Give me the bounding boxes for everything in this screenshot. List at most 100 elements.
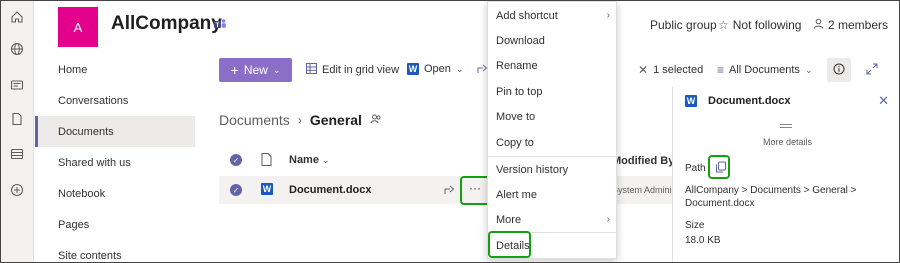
modified-by-column-header[interactable]: Modified By <box>612 155 674 167</box>
expand-button[interactable] <box>866 63 878 78</box>
view-label: All Documents <box>729 64 800 76</box>
plus-icon: + <box>230 62 239 78</box>
file-type-icon <box>261 153 272 169</box>
chevron-down-icon: ⌄ <box>322 155 330 165</box>
nav-item-notebook[interactable]: Notebook <box>35 178 195 209</box>
details-file-name: Document.docx <box>708 95 791 107</box>
add-icon[interactable] <box>9 182 25 198</box>
more-details-link[interactable]: More details <box>763 137 812 147</box>
nav-item-conversations[interactable]: Conversations <box>35 85 195 116</box>
breadcrumb-parent[interactable]: Documents <box>219 112 290 128</box>
menu-item-label: Version history <box>496 163 569 176</box>
menu-item-label: Copy to <box>496 136 534 149</box>
chevron-down-icon: ⌄ <box>804 64 813 75</box>
nav-item-site-contents[interactable]: Site contents <box>35 240 195 262</box>
menu-item-more[interactable]: More › <box>488 207 618 232</box>
new-button[interactable]: + New ⌄ <box>219 58 292 82</box>
site-logo: A <box>58 7 98 47</box>
menu-item-label: Add shortcut <box>496 9 558 22</box>
details-panel: W Document.docx ✕ More details Path AllC… <box>672 87 899 262</box>
name-header-label: Name <box>289 154 319 166</box>
nav-item-shared-with-us[interactable]: Shared with us <box>35 147 195 178</box>
file-name[interactable]: Document.docx <box>289 184 372 196</box>
person-icon <box>813 18 824 32</box>
menu-item-label: Pin to top <box>496 85 543 98</box>
details-highlight <box>488 231 531 258</box>
menu-item-alert-me[interactable]: Alert me <box>488 182 618 207</box>
breadcrumb: Documents › General <box>219 112 382 128</box>
word-icon: W <box>407 63 419 75</box>
menu-item-rename[interactable]: Rename <box>488 53 618 78</box>
select-all-checkbox[interactable]: ✓ <box>230 154 242 166</box>
expand-icon <box>866 63 878 78</box>
menu-item-label: Move to <box>496 110 536 123</box>
nav-item-label: Notebook <box>58 187 106 200</box>
size-label: Size <box>685 220 705 231</box>
news-icon[interactable] <box>9 77 25 93</box>
globe-icon[interactable] <box>9 41 25 57</box>
open-button[interactable]: W Open ⌄ <box>407 63 463 75</box>
menu-item-download[interactable]: Download <box>488 28 618 53</box>
more-actions-highlight <box>460 176 490 205</box>
view-selector[interactable]: ≡ All Documents ⌄ <box>717 63 812 77</box>
path-value: AllCompany > Documents > General > Docum… <box>685 185 857 209</box>
size-value: 18.0 KB <box>685 235 721 246</box>
info-button[interactable] <box>827 58 851 82</box>
site-navigation: Home Conversations Documents Shared with… <box>35 54 195 262</box>
clear-selection-button[interactable]: ✕ 1 selected <box>638 63 703 77</box>
nav-item-pages[interactable]: Pages <box>35 209 195 240</box>
drag-handle-icon[interactable] <box>780 124 792 128</box>
new-label: New <box>243 63 268 77</box>
name-column-header[interactable]: Name ⌄ <box>289 154 330 166</box>
app-rail <box>1 1 34 262</box>
chevron-down-icon: ⌄ <box>455 63 464 74</box>
chevron-down-icon: ⌄ <box>272 64 281 75</box>
menu-item-label: Alert me <box>496 188 537 201</box>
context-menu: Add shortcut › Download Rename Pin to top… <box>487 1 618 259</box>
chevron-right-icon: › <box>606 10 610 21</box>
nav-item-label: Shared with us <box>58 156 131 169</box>
members-button[interactable]: 2 members <box>813 18 888 32</box>
view-options-icon: ≡ <box>717 63 725 77</box>
edit-grid-button[interactable]: Edit in grid view <box>306 63 399 77</box>
people-icon <box>370 112 382 128</box>
close-icon[interactable]: ✕ <box>878 93 889 109</box>
open-label: Open <box>424 63 451 75</box>
file-icon[interactable] <box>9 111 25 127</box>
chevron-right-icon: › <box>297 113 302 127</box>
path-label: Path <box>685 163 706 174</box>
nav-item-documents[interactable]: Documents <box>35 116 195 147</box>
menu-item-label: More <box>496 213 522 226</box>
modified-by-value: System Administ <box>612 185 679 195</box>
star-icon: ☆ <box>718 18 729 32</box>
follow-label: Not following <box>732 18 802 32</box>
menu-item-add-shortcut[interactable]: Add shortcut › <box>488 3 618 28</box>
nav-item-label: Home <box>58 63 88 76</box>
nav-item-label: Documents <box>58 125 114 138</box>
selected-count: 1 selected <box>653 64 704 76</box>
group-type: Public group <box>650 18 717 32</box>
teams-icon[interactable]: T <box>213 17 227 31</box>
info-icon <box>833 63 845 78</box>
members-label: 2 members <box>828 18 889 32</box>
site-title[interactable]: AllCompany <box>111 13 222 35</box>
home-icon[interactable] <box>9 9 25 25</box>
nav-item-label: Site contents <box>58 249 122 262</box>
nav-item-label: Conversations <box>58 94 129 107</box>
sharepoint-window: A AllCompany T Public group ☆ Not follow… <box>0 0 900 263</box>
menu-item-copy-to[interactable]: Copy to <box>488 130 618 155</box>
follow-button[interactable]: ☆ Not following <box>718 18 801 32</box>
grid-icon <box>306 63 317 77</box>
breadcrumb-current: General <box>309 112 362 128</box>
row-checkbox[interactable]: ✓ <box>230 184 242 196</box>
copy-path-highlight <box>708 155 730 179</box>
list-icon[interactable] <box>9 146 25 162</box>
menu-item-version-history[interactable]: Version history <box>488 157 618 182</box>
menu-item-pin-to-top[interactable]: Pin to top <box>488 79 618 104</box>
share-icon[interactable] <box>444 184 455 198</box>
close-icon: ✕ <box>638 63 649 77</box>
nav-item-home[interactable]: Home <box>35 54 195 85</box>
edit-grid-label: Edit in grid view <box>322 64 400 76</box>
menu-item-move-to[interactable]: Move to <box>488 104 618 129</box>
group-type-label: Public group <box>650 18 717 32</box>
